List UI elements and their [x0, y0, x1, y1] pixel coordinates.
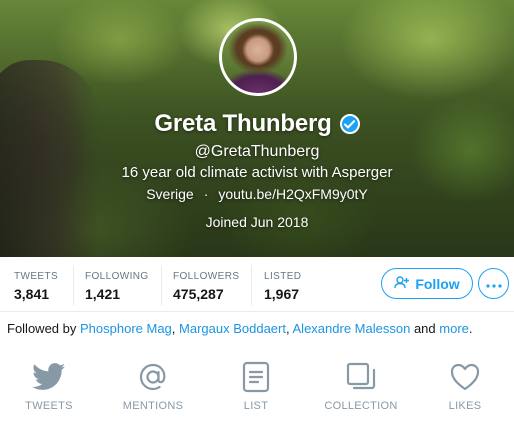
nav-collection[interactable]: COLLECTION	[322, 350, 400, 421]
nav-likes[interactable]: LIKES	[436, 350, 494, 421]
stat-value: 475,287	[173, 286, 224, 302]
separator: ,	[285, 321, 290, 336]
and-text: and	[413, 321, 436, 336]
stat-label: FOLLOWERS	[173, 271, 240, 282]
nav-label: LIST	[243, 400, 269, 412]
more-options-button[interactable]	[478, 268, 509, 299]
stat-followers[interactable]: FOLLOWERS 475,287	[173, 257, 239, 312]
follow-button[interactable]: Follow	[381, 268, 473, 299]
stat-following[interactable]: FOLLOWING 1,421	[85, 257, 149, 312]
follower-link[interactable]: Margaux Boddaert	[179, 321, 286, 336]
name-row: Greta Thunberg	[0, 110, 514, 138]
stat-listed[interactable]: LISTED 1,967	[264, 257, 301, 312]
stat-value: 3,841	[14, 286, 50, 302]
more-dots-icon	[485, 276, 502, 291]
nav-label: LIKES	[448, 400, 482, 412]
stat-value: 1,967	[264, 286, 300, 302]
bottom-nav: TWEETS MENTIONS LIST COLLECTION LIKES	[0, 350, 514, 421]
stat-divider	[161, 265, 162, 305]
stat-tweets[interactable]: TWEETS 3,841	[14, 257, 58, 312]
followed-by-prefix: Followed by	[7, 321, 77, 336]
period: .	[468, 321, 473, 336]
stat-label: TWEETS	[14, 271, 59, 282]
heart-icon	[449, 356, 481, 398]
profile-joined-date: Joined Jun 2018	[205, 214, 309, 230]
more-followers-link[interactable]: more	[439, 321, 469, 336]
profile-name: Greta Thunberg	[154, 110, 332, 137]
follower-link[interactable]: Alexandre Malesson	[293, 321, 411, 336]
follower-link[interactable]: Phosphore Mag	[80, 321, 172, 336]
list-icon	[242, 356, 270, 398]
profile-meta: Sverige · youtu.be/H2QxFM9y0tY	[0, 186, 514, 202]
at-sign-icon	[137, 356, 169, 398]
verified-badge-icon	[339, 114, 360, 134]
meta-separator: ·	[203, 186, 209, 202]
profile-bio: 16 year old climate activist with Asperg…	[121, 164, 393, 181]
stat-value: 1,421	[85, 286, 121, 302]
nav-label: MENTIONS	[122, 400, 184, 412]
nav-label: COLLECTION	[324, 400, 398, 412]
nav-label: TWEETS	[25, 400, 73, 412]
nav-list[interactable]: LIST	[226, 350, 286, 421]
stat-divider	[73, 265, 74, 305]
add-person-icon	[394, 275, 410, 292]
stat-label: LISTED	[264, 271, 302, 282]
separator: ,	[171, 321, 176, 336]
stat-divider	[251, 265, 252, 305]
followed-by-line: Followed by Phosphore Mag, Margaux Bodda…	[7, 321, 512, 336]
collection-icon	[345, 356, 377, 398]
profile-handle: @GretaThunberg	[194, 143, 320, 160]
bird-icon	[32, 356, 66, 398]
follow-label: Follow	[415, 275, 460, 292]
profile-website-link[interactable]: youtu.be/H2QxFM9y0tY	[218, 186, 367, 202]
nav-mentions[interactable]: MENTIONS	[116, 350, 190, 421]
stat-label: FOLLOWING	[85, 271, 149, 282]
avatar[interactable]	[219, 18, 297, 96]
nav-tweets[interactable]: TWEETS	[16, 350, 82, 421]
profile-location: Sverige	[146, 186, 194, 202]
